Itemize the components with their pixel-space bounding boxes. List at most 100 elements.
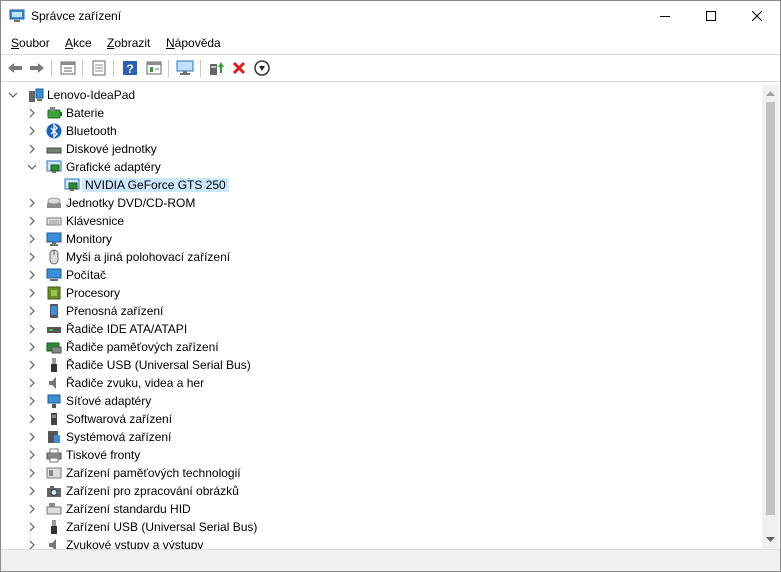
- expand-icon[interactable]: [27, 144, 37, 154]
- forward-arrow-icon: [30, 63, 44, 73]
- tree-category[interactable]: Řadiče USB (Universal Serial Bus): [1, 356, 741, 374]
- expand-icon[interactable]: [27, 342, 37, 352]
- tree-category[interactable]: Řadiče IDE ATA/ATAPI: [1, 320, 741, 338]
- tree-category-label: Klávesnice: [66, 214, 125, 228]
- back-button[interactable]: [6, 59, 24, 77]
- tree-category[interactable]: Zařízení standardu HID: [1, 500, 741, 518]
- hid-icon: [46, 503, 62, 515]
- scan-button[interactable]: [90, 59, 108, 77]
- tree-category[interactable]: Zařízení paměťových technologií: [1, 464, 741, 482]
- expand-icon[interactable]: [27, 522, 37, 532]
- maximize-button[interactable]: [688, 1, 734, 31]
- tree-category[interactable]: Bluetooth: [1, 122, 741, 140]
- tree-category[interactable]: Monitory: [1, 230, 741, 248]
- title-bar[interactable]: Správce zařízení: [1, 1, 780, 31]
- tree-category-label: Zvukové vstupy a výstupy: [66, 538, 204, 549]
- uninstall-button[interactable]: [230, 59, 248, 77]
- expand-icon[interactable]: [27, 540, 37, 549]
- update-driver-button[interactable]: [207, 59, 225, 77]
- expand-icon[interactable]: [27, 288, 37, 298]
- monitor-button[interactable]: [176, 59, 194, 77]
- display-adapter-icon: [46, 160, 62, 173]
- help-button[interactable]: ?: [121, 59, 139, 77]
- menu-zobrazit[interactable]: Zobrazit: [107, 36, 150, 50]
- forward-button[interactable]: [28, 59, 46, 77]
- scroll-down-icon[interactable]: [766, 537, 775, 543]
- expand-icon[interactable]: [27, 360, 37, 370]
- tree-category[interactable]: Myši a jiná polohovací zařízení: [1, 248, 741, 266]
- vertical-scrollbar[interactable]: [762, 85, 779, 549]
- expand-icon[interactable]: [27, 450, 37, 460]
- expand-icon[interactable]: [27, 252, 37, 262]
- tree-category[interactable]: Systémová zařízení: [1, 428, 741, 446]
- expand-icon[interactable]: [27, 126, 37, 136]
- tree-category[interactable]: Tiskové fronty: [1, 446, 741, 464]
- disk-drive-icon: [46, 147, 62, 154]
- tree-root[interactable]: Lenovo-IdeaPad: [1, 86, 741, 104]
- download-button[interactable]: [253, 59, 271, 77]
- tree-category[interactable]: Řadiče paměťových zařízení: [1, 338, 741, 356]
- expand-icon[interactable]: [27, 486, 37, 496]
- tree-category[interactable]: Jednotky DVD/CD-ROM: [1, 194, 741, 212]
- tree-category-label: Zařízení pro zpracování obrázků: [66, 484, 239, 498]
- tree-category[interactable]: Softwarová zařízení: [1, 410, 741, 428]
- expand-icon[interactable]: [27, 270, 37, 280]
- toolbar-separator: [82, 60, 83, 77]
- tree-category-label: Grafické adaptéry: [66, 160, 161, 174]
- tree-category[interactable]: Grafické adaptéry: [1, 158, 741, 176]
- expand-icon[interactable]: [27, 306, 37, 316]
- menu-napoveda[interactable]: Nápověda: [166, 36, 221, 50]
- expand-icon[interactable]: [27, 378, 37, 388]
- tree-category[interactable]: Diskové jednotky: [1, 140, 741, 158]
- uninstall-icon: [232, 61, 246, 75]
- keyboard-icon: [46, 217, 62, 226]
- help-icon: ?: [123, 61, 137, 76]
- tree-category[interactable]: Zařízení pro zpracování obrázků: [1, 482, 741, 500]
- view-button[interactable]: [145, 59, 163, 77]
- close-button[interactable]: [734, 1, 780, 31]
- tree-category[interactable]: Baterie: [1, 104, 741, 122]
- tree-category-label: Řadiče USB (Universal Serial Bus): [66, 358, 251, 372]
- expand-icon[interactable]: [27, 414, 37, 424]
- usb-icon: [51, 358, 57, 372]
- usb-icon: [51, 520, 57, 534]
- scroll-up-icon[interactable]: [766, 90, 775, 96]
- collapse-icon[interactable]: [27, 162, 37, 172]
- expand-icon[interactable]: [27, 216, 37, 226]
- tree-category[interactable]: Zvukové vstupy a výstupy: [1, 536, 741, 549]
- minimize-button[interactable]: [642, 1, 688, 31]
- tree-category[interactable]: Síťové adaptéry: [1, 392, 741, 410]
- scrollbar-thumb[interactable]: [766, 102, 775, 515]
- tree-category-label: Softwarová zařízení: [66, 412, 173, 426]
- expand-icon[interactable]: [27, 396, 37, 406]
- toolbar-separator: [113, 60, 114, 77]
- expand-icon[interactable]: [27, 108, 37, 118]
- menu-soubor[interactable]: Soubor: [11, 36, 50, 50]
- tree-category-label: Myši a jiná polohovací zařízení: [66, 250, 231, 264]
- computer-icon: [46, 268, 62, 281]
- menu-akce[interactable]: Akce: [65, 36, 92, 50]
- maximize-icon: [706, 11, 716, 21]
- tree-device-label: NVIDIA GeForce GTS 250: [82, 178, 229, 192]
- expand-icon[interactable]: [27, 324, 37, 334]
- expand-icon[interactable]: [27, 234, 37, 244]
- tree-category[interactable]: Zařízení USB (Universal Serial Bus): [1, 518, 741, 536]
- tree-category[interactable]: Procesory: [1, 284, 741, 302]
- collapse-icon[interactable]: [8, 90, 18, 100]
- tree-category[interactable]: Řadiče zvuku, videa a her: [1, 374, 741, 392]
- expand-icon[interactable]: [27, 504, 37, 514]
- monitor-icon: [46, 232, 62, 246]
- tree-device[interactable]: NVIDIA GeForce GTS 250: [1, 176, 741, 194]
- device-tree[interactable]: Lenovo-IdeaPad Baterie Bluetooth Diskové je…: [1, 85, 761, 549]
- expand-icon[interactable]: [27, 468, 37, 478]
- tree-category[interactable]: Přenosná zařízení: [1, 302, 741, 320]
- tree-category-label: Baterie: [66, 106, 105, 120]
- device-manager-icon: [9, 9, 25, 22]
- root-computer-icon: [29, 88, 44, 102]
- tree-category[interactable]: Klávesnice: [1, 212, 741, 230]
- expand-icon[interactable]: [27, 432, 37, 442]
- expand-icon[interactable]: [27, 198, 37, 208]
- bluetooth-icon: [46, 123, 62, 139]
- tree-category[interactable]: Počítač: [1, 266, 741, 284]
- properties-button[interactable]: [59, 59, 77, 77]
